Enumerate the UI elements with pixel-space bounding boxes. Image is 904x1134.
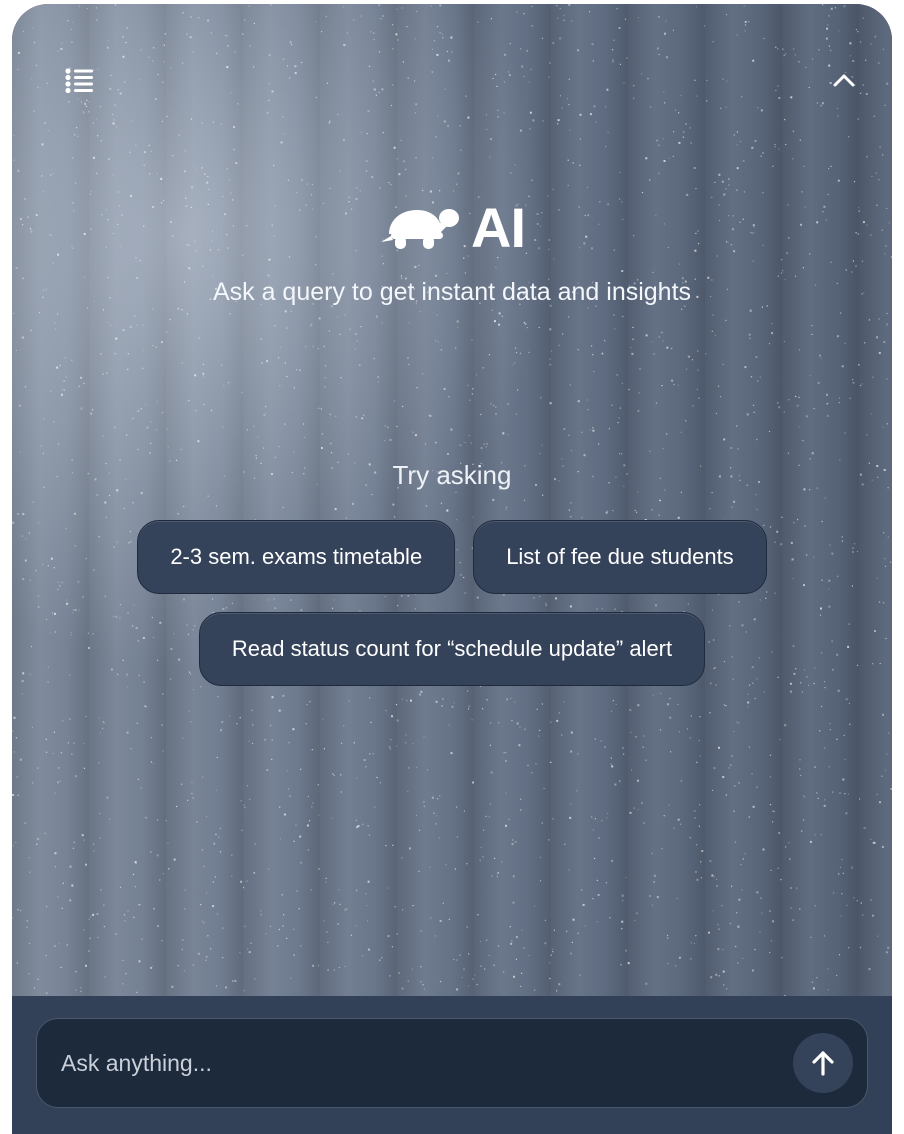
try-asking-label: Try asking <box>392 460 512 490</box>
composer <box>36 1018 868 1108</box>
brand-title: AI <box>471 196 526 259</box>
composer-bar <box>12 996 892 1134</box>
hero: AI Ask a query to get instant data and i… <box>12 196 892 308</box>
collapse-button[interactable] <box>822 58 866 102</box>
history-list-button[interactable] <box>58 58 102 102</box>
list-icon <box>65 68 93 93</box>
suggestion-list: 2-3 sem. exams timetable List of fee due… <box>12 520 892 686</box>
suggestion-chip-read-status-count[interactable]: Read status count for “schedule update” … <box>198 612 706 686</box>
background-speckle <box>12 4 892 996</box>
assistant-panel: AI Ask a query to get instant data and i… <box>12 4 892 1134</box>
ask-input[interactable] <box>59 1019 763 1108</box>
turtle-icon <box>381 209 459 249</box>
suggestion-chip-exam-timetable[interactable]: 2-3 sem. exams timetable <box>137 520 456 594</box>
arrow-up-icon <box>812 1051 834 1076</box>
subtitle: Ask a query to get instant data and insi… <box>212 278 692 306</box>
suggestion-chip-fee-due-students[interactable]: List of fee due students <box>473 520 767 594</box>
brand: AI <box>379 196 526 260</box>
send-button[interactable] <box>793 1033 853 1093</box>
chevron-up-icon <box>833 74 855 87</box>
